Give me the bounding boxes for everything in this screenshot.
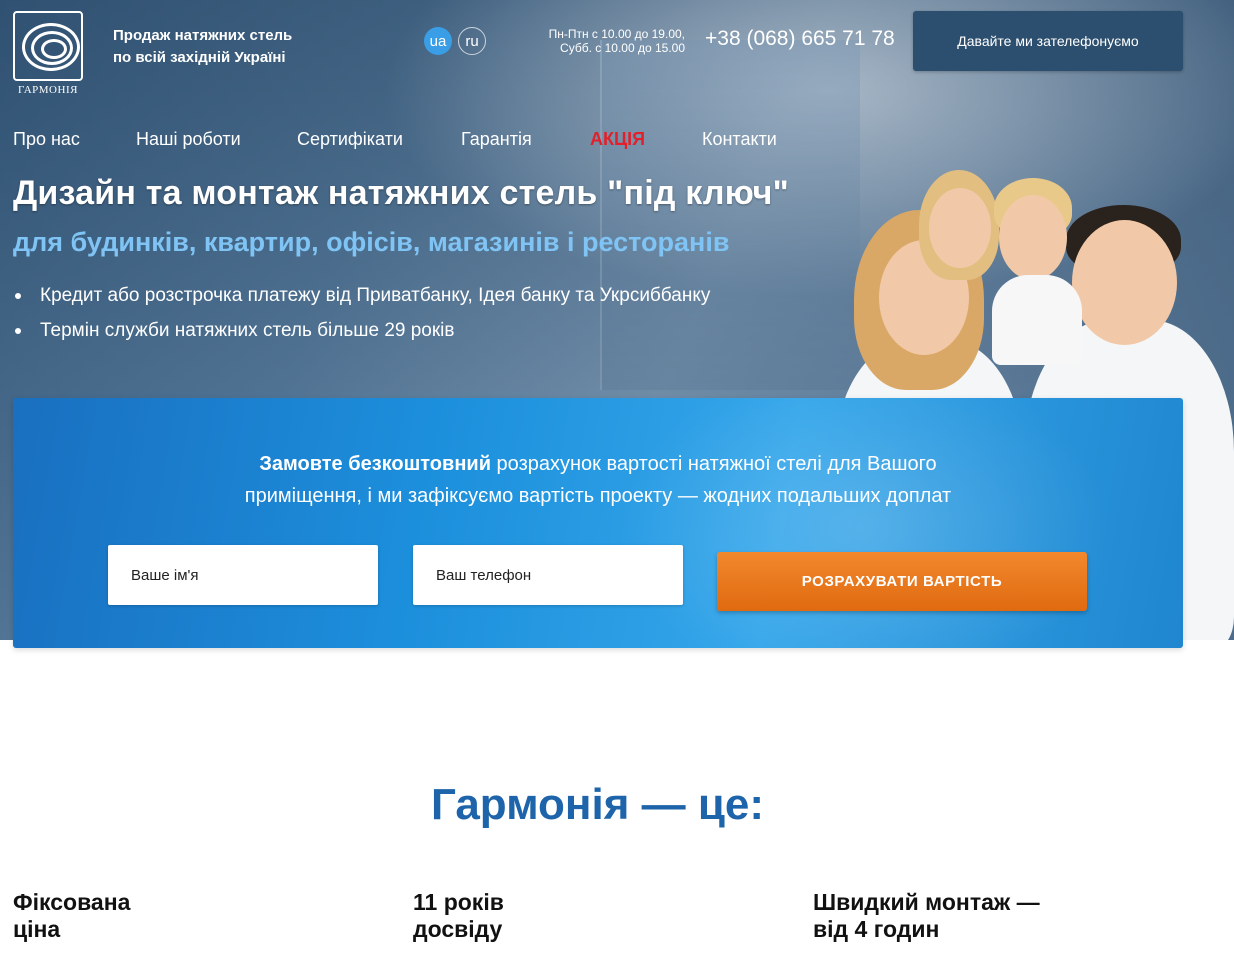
nav-item-guarantee[interactable]: Гарантія <box>461 129 532 150</box>
benefit-fast-install: Швидкий монтаж — від 4 годин <box>813 889 1040 943</box>
calculate-button[interactable]: РОЗРАХУВАТИ ВАРТІСТЬ <box>717 552 1087 611</box>
nav-item-contacts[interactable]: Контакти <box>702 129 777 150</box>
nav-item-about[interactable]: Про нас <box>13 129 80 150</box>
benefit-line: ціна <box>13 916 61 942</box>
form-text-bold: Замовте безкоштовний <box>259 453 491 475</box>
tagline: Продаж натяжних стель по всій західній У… <box>113 25 343 69</box>
logo-mark <box>13 11 83 81</box>
logo[interactable]: ГАРМОНІЯ <box>13 11 83 97</box>
tagline-line-1: Продаж натяжних стель <box>113 27 293 44</box>
working-hours: Пн-Птн с 10.00 до 19.00, Субб. с 10.00 д… <box>520 27 685 55</box>
form-description-line-2: приміщення, і ми зафіксуємо вартість про… <box>244 485 952 507</box>
hero-title: Дизайн та монтаж натяжних стель "під клю… <box>13 174 789 212</box>
hero-bullet-credit: Кредит або розстрочка платежу від Приват… <box>13 278 710 313</box>
logo-ring-inner <box>41 39 67 59</box>
hero-bullets: Кредит або розстрочка платежу від Приват… <box>13 278 710 348</box>
form-description-line-1: Замовте безкоштовний розрахунок вартості… <box>13 448 1183 480</box>
benefit-line: 11 років <box>413 889 504 915</box>
phone-number[interactable]: +38 (068) 665 71 78 <box>705 27 895 51</box>
benefit-fixed-price: Фіксована ціна <box>13 889 130 943</box>
hours-saturday: Субб. с 10.00 до 15.00 <box>560 41 685 55</box>
hours-weekdays: Пн-Птн с 10.00 до 19.00, <box>548 27 685 41</box>
lang-ua-button[interactable]: ua <box>424 27 452 55</box>
man-face <box>1072 220 1177 345</box>
nav-item-works[interactable]: Наші роботи <box>136 129 241 150</box>
tagline-line-2: по всій західній Україні <box>113 49 286 66</box>
boy-face <box>999 195 1067 280</box>
nav-item-certificates[interactable]: Сертифікати <box>297 129 403 150</box>
boy-figure <box>992 275 1082 365</box>
benefit-line: Швидкий монтаж — <box>813 889 1040 915</box>
callback-button[interactable]: Давайте ми зателефонуємо <box>913 11 1183 71</box>
nav-item-promo[interactable]: АКЦІЯ <box>590 129 645 150</box>
lang-ru-button[interactable]: ru <box>458 27 486 55</box>
hero-bullet-lifetime: Термін служби натяжних стель більше 29 р… <box>13 313 710 348</box>
benefit-line: від 4 годин <box>813 916 940 942</box>
logo-text: ГАРМОНІЯ <box>18 84 78 96</box>
form-text-rest: розрахунок вартості натяжної стелі для В… <box>490 453 937 475</box>
benefit-line: досвіду <box>413 916 503 942</box>
benefits-title: Гармонія — це: <box>430 780 765 829</box>
benefit-experience: 11 років досвіду <box>413 889 504 943</box>
name-input[interactable]: Ваше ім'я <box>108 545 378 605</box>
quote-form-panel: Замовте безкоштовний розрахунок вартості… <box>13 398 1183 648</box>
hero-subtitle: для будинків, квартир, офісів, магазинів… <box>13 227 730 257</box>
phone-input[interactable]: Ваш телефон <box>413 545 683 605</box>
benefit-line: Фіксована <box>13 889 131 915</box>
girl-face <box>929 188 991 268</box>
form-description: Замовте безкоштовний розрахунок вартості… <box>13 448 1183 512</box>
